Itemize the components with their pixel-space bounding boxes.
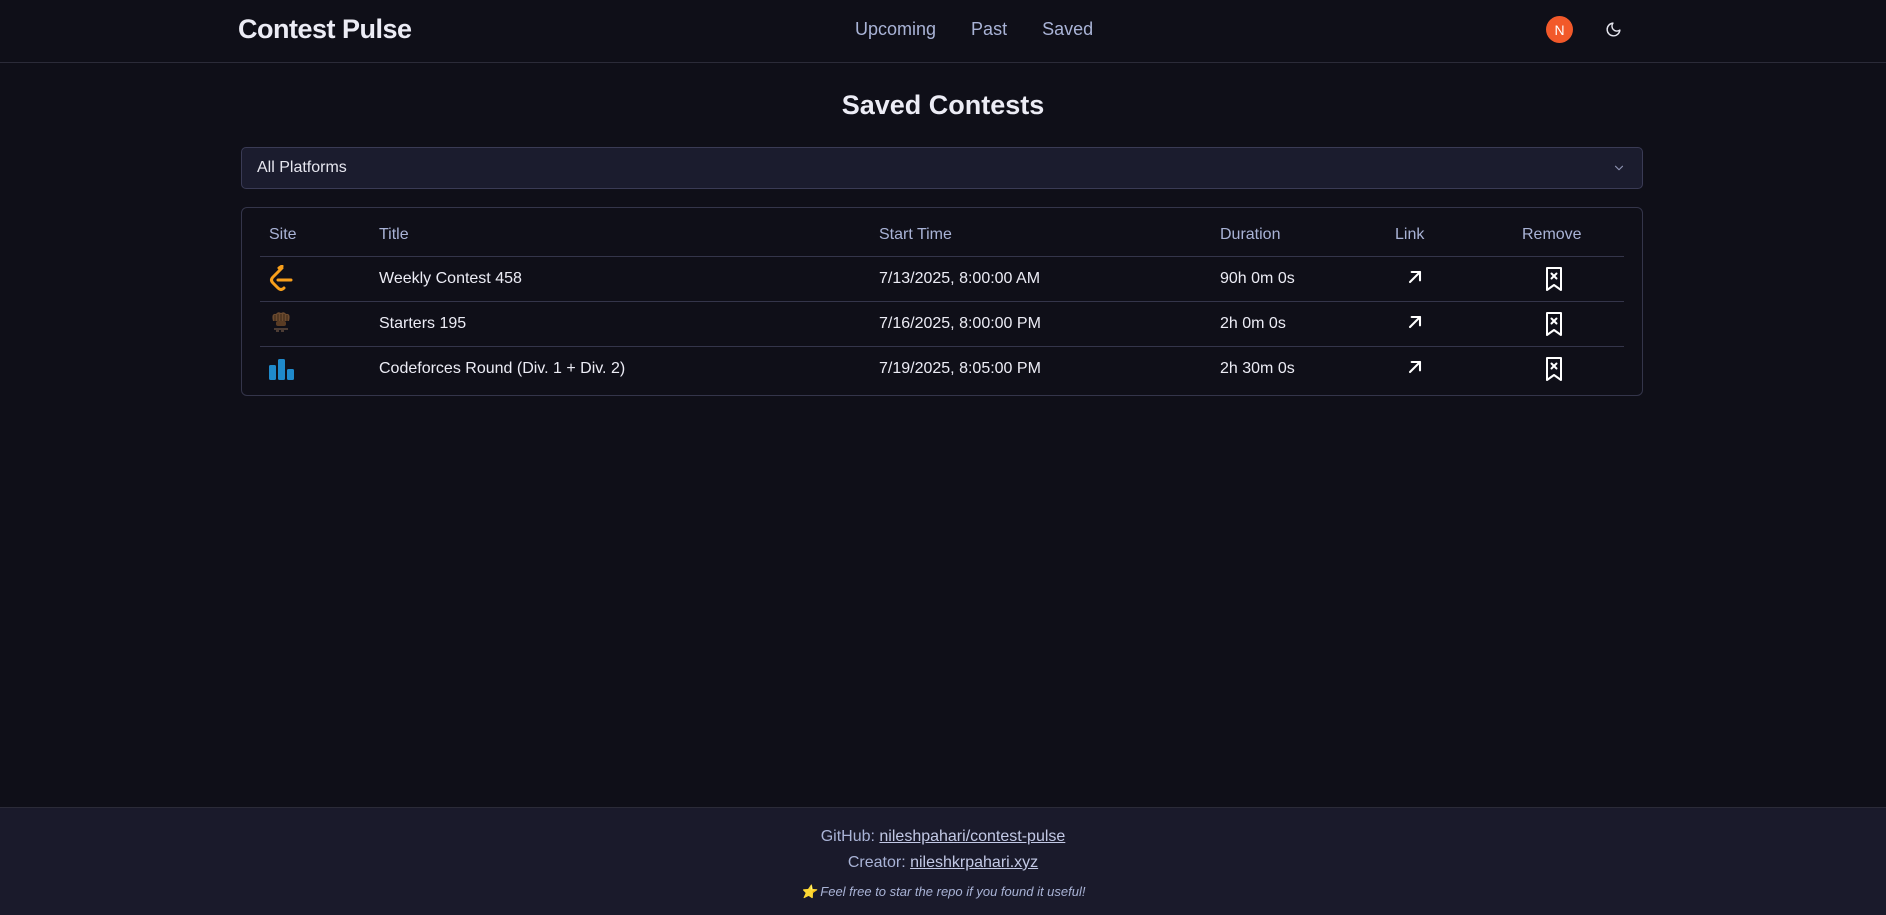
codeforces-icon: [269, 359, 294, 380]
arrow-up-right-icon: [1408, 360, 1422, 374]
header-site: Site: [269, 226, 297, 243]
contest-duration: 2h 30m 0s: [1220, 360, 1295, 377]
table-row: Starters 195 7/16/2025, 8:00:00 PM 2h 0m…: [260, 301, 1624, 346]
table-row: Weekly Contest 458 7/13/2025, 8:00:00 AM…: [260, 256, 1624, 301]
contest-start-time: 7/19/2025, 8:05:00 PM: [879, 360, 1041, 377]
contest-start-time: 7/16/2025, 8:00:00 PM: [879, 315, 1041, 332]
page-footer: GitHub: nileshpahari/contest-pulse Creat…: [0, 807, 1886, 915]
bookmark-x-icon: [1546, 312, 1562, 336]
contest-title: Starters 195: [379, 315, 467, 332]
top-navbar: Contest Pulse Upcoming Past Saved N: [0, 0, 1886, 63]
saved-contests-table: Site Title Start Time Duration Link Remo…: [241, 207, 1643, 396]
user-avatar[interactable]: N: [1546, 16, 1573, 43]
codechef-icon: [272, 312, 290, 332]
contest-title: Codeforces Round (Div. 1 + Div. 2): [379, 360, 626, 377]
arrow-up-right-icon: [1408, 270, 1422, 284]
open-link-button[interactable]: [1405, 357, 1425, 382]
footer-github-label: GitHub:: [820, 828, 875, 845]
contest-title: Weekly Contest 458: [379, 270, 522, 287]
bookmark-x-icon: [1546, 357, 1562, 381]
creator-website-link[interactable]: nileshkrpahari.xyz: [910, 854, 1038, 871]
header-duration: Duration: [1220, 226, 1281, 243]
nav-saved[interactable]: Saved: [1042, 19, 1093, 40]
header-link: Link: [1395, 226, 1425, 243]
header-start-time: Start Time: [879, 226, 952, 243]
bookmark-x-icon: [1546, 267, 1562, 291]
header-remove: Remove: [1522, 226, 1582, 243]
header-title: Title: [379, 226, 409, 243]
footer-creator-label: Creator:: [847, 854, 906, 871]
footer-star-note: ⭐ Feel free to star the repo if you foun…: [800, 884, 1086, 899]
page-title: Saved Contests: [841, 90, 1045, 120]
remove-bookmark-button[interactable]: [1542, 311, 1566, 342]
chevron-down-icon: [1614, 165, 1624, 171]
leetcode-icon: [270, 265, 293, 291]
footer-creator-line: Creator: nileshkrpahari.xyz: [0, 854, 1886, 872]
moon-icon: [1606, 22, 1621, 37]
remove-bookmark-button[interactable]: [1542, 266, 1566, 297]
open-link-button[interactable]: [1405, 267, 1425, 292]
contest-start-time: 7/13/2025, 8:00:00 AM: [879, 270, 1041, 287]
nav-past[interactable]: Past: [971, 19, 1007, 40]
nav-upcoming[interactable]: Upcoming: [855, 19, 936, 40]
theme-toggle-button[interactable]: [1600, 16, 1627, 43]
main-nav: Upcoming Past Saved: [855, 19, 1093, 40]
platform-filter-select[interactable]: All Platforms: [241, 147, 1643, 189]
platform-filter-value: All Platforms: [257, 159, 347, 176]
footer-github-line: GitHub: nileshpahari/contest-pulse: [0, 828, 1886, 846]
arrow-up-right-icon: [1408, 315, 1422, 329]
remove-bookmark-button[interactable]: [1542, 356, 1566, 387]
github-repo-link[interactable]: nileshpahari/contest-pulse: [879, 828, 1065, 845]
brand-logo-text[interactable]: Contest Pulse: [238, 14, 412, 45]
open-link-button[interactable]: [1405, 312, 1425, 337]
contest-duration: 90h 0m 0s: [1220, 270, 1295, 287]
table-row: Codeforces Round (Div. 1 + Div. 2) 7/19/…: [260, 346, 1624, 391]
contest-duration: 2h 0m 0s: [1220, 315, 1286, 332]
